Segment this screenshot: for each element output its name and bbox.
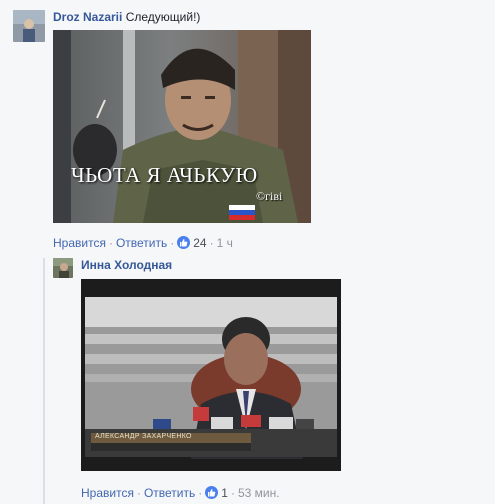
comment-author[interactable]: Droz Nazarii <box>53 10 122 24</box>
like-link[interactable]: Нравится <box>53 236 106 250</box>
image-caption: ЧЬОТА Я АЧЬКУЮ <box>71 163 258 187</box>
like-reaction-icon <box>177 236 191 249</box>
comment-author[interactable]: Инна Холодная <box>81 258 172 272</box>
comment-photo[interactable]: ЧЬОТА Я АЧЬКУЮ ©гіві <box>53 30 311 223</box>
tv-caption: АЛЕКСАНДР ЗАХАРЧЕНКО <box>95 433 192 440</box>
comment-actions: Нравится · Ответить · 1 · 53 мин. <box>81 486 280 500</box>
avatar-droz-nazarii[interactable] <box>13 10 45 42</box>
reply-link[interactable]: Ответить <box>116 236 167 250</box>
comment-actions: Нравится · Ответить · 24 · 1 ч <box>53 236 233 250</box>
avatar-inna-kholodnaya[interactable] <box>53 258 73 278</box>
reply-link[interactable]: Ответить <box>144 486 195 500</box>
reply-thread-line <box>43 258 45 504</box>
reactions-summary[interactable]: 1 <box>205 486 228 500</box>
comment-photo[interactable]: АЛЕКСАНДР ЗАХАРЧЕНКО <box>81 279 341 471</box>
reactions-count: 24 <box>193 236 207 250</box>
timestamp[interactable]: 53 мин. <box>238 486 280 500</box>
timestamp[interactable]: 1 ч <box>217 236 233 250</box>
like-reaction-icon <box>205 486 219 499</box>
image-signature: ©гіві <box>256 189 283 203</box>
reactions-summary[interactable]: 24 <box>177 236 207 250</box>
reactions-count: 1 <box>221 486 228 500</box>
comment-text: Следующий!) <box>125 10 201 24</box>
like-link[interactable]: Нравится <box>81 486 134 500</box>
